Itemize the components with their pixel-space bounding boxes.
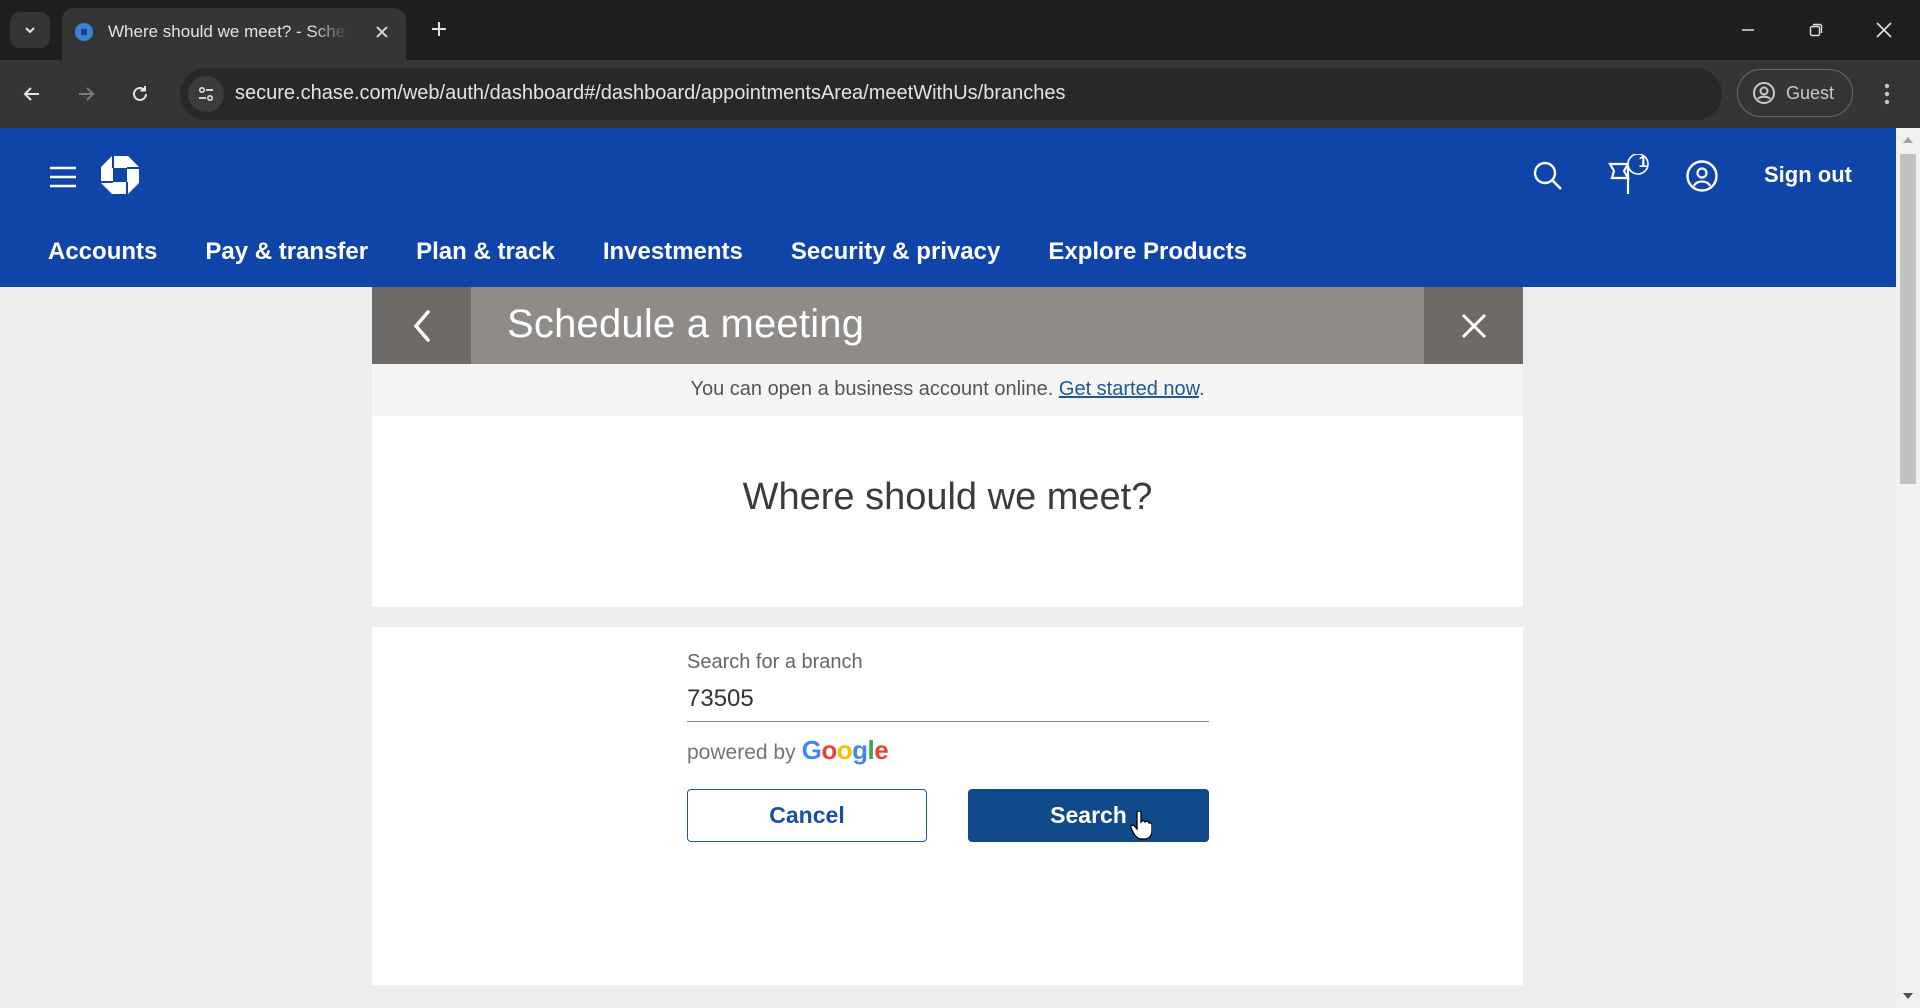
site-header: 1 Sign out Accounts Pay & transfer Plan …: [0, 128, 1896, 287]
restore-icon: [1809, 23, 1823, 37]
google-letter: o: [836, 735, 853, 765]
business-account-notice: You can open a business account online. …: [372, 364, 1523, 416]
page-heading: Where should we meet?: [742, 476, 1153, 518]
search-button[interactable]: [1528, 156, 1568, 196]
tab-title: Where should we meet? - Schedule a meeti…: [108, 22, 348, 41]
powered-by-text: powered by: [687, 741, 796, 764]
notice-text: You can open a business account online.: [690, 378, 1054, 400]
profile-button[interactable]: Guest: [1737, 69, 1853, 117]
sign-out-link[interactable]: Sign out: [1764, 162, 1852, 188]
profile-label: Guest: [1786, 82, 1835, 103]
heading-card: Where should we meet?: [372, 416, 1523, 607]
user-circle-icon: [1686, 160, 1718, 192]
arrow-right-icon: [79, 87, 95, 101]
forward-button[interactable]: [68, 76, 104, 112]
tab-list-button[interactable]: [10, 12, 50, 48]
powered-by-google: powered by Google: [687, 735, 889, 766]
browser-toolbar: secure.chase.com/web/auth/dashboard#/das…: [0, 60, 1920, 128]
kebab-menu-icon: [1884, 83, 1890, 105]
back-button[interactable]: [14, 76, 50, 112]
nav-item-security-privacy[interactable]: Security & privacy: [791, 238, 1000, 266]
main-nav: Accounts Pay & transfer Plan & track Inv…: [48, 238, 1295, 266]
notice-period: .: [1198, 378, 1205, 400]
new-tab-button[interactable]: [424, 14, 454, 44]
google-letter: g: [852, 735, 868, 765]
nav-item-explore-products[interactable]: Explore Products: [1048, 238, 1247, 266]
minimize-button[interactable]: [1728, 12, 1768, 48]
google-letter: e: [874, 735, 889, 765]
chevron-left-icon: [413, 309, 430, 342]
browser-tab-strip: Where should we meet? - Schedule a meeti…: [0, 0, 1920, 60]
search-icon: [1533, 161, 1562, 190]
close-window-button[interactable]: [1864, 12, 1904, 48]
nav-item-pay-transfer[interactable]: Pay & transfer: [205, 238, 368, 266]
cancel-button[interactable]: Cancel: [687, 789, 927, 842]
google-letter: o: [821, 735, 837, 765]
notification-count-badge: 1: [1638, 154, 1648, 171]
triangle-down-icon: [1903, 993, 1913, 999]
get-started-link[interactable]: Get started now: [1059, 378, 1199, 400]
reload-icon: [133, 86, 147, 101]
arrow-left-icon: [23, 87, 39, 101]
tune-icon: [198, 86, 214, 102]
close-icon: [1876, 22, 1892, 38]
triangle-up-icon: [1903, 137, 1913, 143]
modal-title: Schedule a meeting: [507, 302, 865, 346]
close-tab-button[interactable]: [370, 20, 394, 44]
close-modal-button[interactable]: [1424, 287, 1523, 364]
hand-cursor-icon: [1130, 811, 1152, 840]
notifications-button[interactable]: 1: [1606, 154, 1652, 196]
back-button[interactable]: [372, 287, 471, 364]
branch-search-label: Search for a branch: [687, 651, 863, 673]
nav-item-plan-track[interactable]: Plan & track: [416, 238, 555, 266]
search-button[interactable]: Search: [968, 789, 1209, 842]
google-logo: Google: [802, 735, 889, 766]
hamburger-menu-icon[interactable]: [48, 162, 78, 192]
browser-menu-button[interactable]: [1872, 76, 1902, 112]
branch-search-form: Search for a branch powered by Google Ca…: [372, 627, 1523, 985]
modal-header: Schedule a meeting: [372, 287, 1523, 364]
chase-favicon-icon: [75, 23, 93, 41]
page-viewport: 1 Sign out Accounts Pay & transfer Plan …: [0, 128, 1896, 1008]
reload-button[interactable]: [122, 76, 158, 112]
chevron-down-icon: [25, 27, 35, 34]
profile-menu-button[interactable]: [1682, 156, 1722, 196]
account-circle-icon: [1753, 82, 1775, 104]
close-icon: [1461, 313, 1486, 338]
nav-item-accounts[interactable]: Accounts: [48, 238, 157, 266]
browser-tab-active[interactable]: Where should we meet? - Schedule a meeti…: [62, 8, 406, 60]
restore-button[interactable]: [1796, 12, 1836, 48]
google-letter: G: [801, 735, 822, 765]
close-icon: [376, 26, 388, 38]
minimize-icon: [1742, 29, 1754, 31]
chase-logo-icon[interactable]: [100, 155, 140, 195]
site-info-button[interactable]: [188, 76, 224, 112]
branch-search-input[interactable]: [687, 677, 1209, 722]
address-bar[interactable]: secure.chase.com/web/auth/dashboard#/das…: [180, 68, 1722, 120]
nav-item-investments[interactable]: Investments: [603, 238, 743, 266]
plus-icon: [432, 22, 446, 36]
url-text: secure.chase.com/web/auth/dashboard#/das…: [235, 82, 1066, 104]
scroll-up-button[interactable]: [1896, 132, 1920, 148]
scroll-down-button[interactable]: [1896, 988, 1920, 1004]
scrollbar-thumb[interactable]: [1900, 154, 1916, 484]
page-scrollbar[interactable]: [1896, 128, 1920, 1008]
